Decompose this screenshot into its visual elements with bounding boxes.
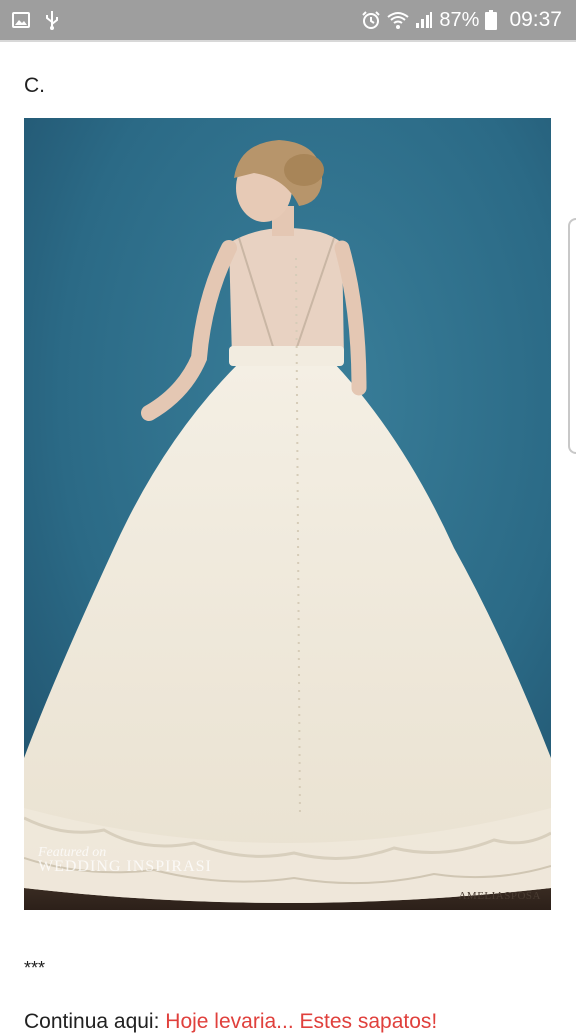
option-label: C.: [24, 74, 45, 97]
wifi-icon: [387, 10, 410, 30]
status-bar: 87% 09:37: [0, 0, 576, 40]
watermark-brand: AMELIASPOSA: [458, 890, 541, 902]
continue-line: Continua aqui: Hoje levaria... Estes sap…: [24, 1010, 437, 1034]
alarm-icon: [361, 10, 381, 30]
watermark-site-large: WEDDING INSPIRASI: [38, 858, 212, 875]
link-hoje-levaria[interactable]: Hoje levaria...: [165, 1010, 293, 1033]
scroll-handle[interactable]: [568, 218, 576, 454]
usb-icon: [44, 10, 60, 30]
watermark-site: Featured on WEDDING INSPIRASI: [38, 846, 212, 875]
section-separator: ***: [24, 958, 46, 978]
link-estes-sapatos[interactable]: Estes sapatos!: [300, 1010, 438, 1033]
status-bar-divider: [0, 40, 576, 42]
clock: 09:37: [509, 8, 562, 31]
battery-icon: [485, 10, 498, 30]
battery-percent: 87%: [439, 8, 480, 31]
continue-prefix: Continua aqui:: [24, 1010, 160, 1033]
gallery-icon: [12, 11, 30, 29]
wedding-dress-photo[interactable]: Featured on WEDDING INSPIRASI AMELIASPOS…: [24, 118, 551, 910]
signal-icon: [415, 11, 433, 29]
